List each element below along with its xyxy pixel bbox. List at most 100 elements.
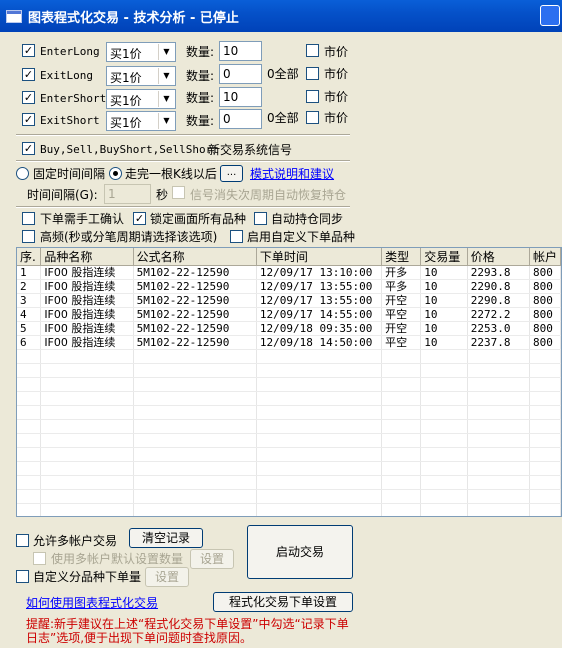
- entershort-price-value: 买1价: [110, 94, 142, 108]
- new-signal-checkbox[interactable]: ✓: [22, 142, 35, 155]
- cell-volume: 10: [420, 279, 468, 294]
- clear-records-button[interactable]: 清空记录: [129, 528, 203, 548]
- exitlong-qty-input[interactable]: 0: [219, 64, 262, 84]
- exitshort-all-label: 0全部: [267, 111, 299, 125]
- cell-volume: 10: [420, 335, 468, 350]
- exitlong-qty-label: 数量:: [186, 69, 215, 83]
- table-row[interactable]: [17, 349, 561, 364]
- cell-formula: 5M102-22-12590: [133, 335, 257, 350]
- exitlong-checkbox[interactable]: ✓: [22, 68, 35, 81]
- cell-price: [467, 489, 530, 504]
- cell-formula: 5M102-22-12590: [133, 279, 257, 294]
- table-row[interactable]: 2 IF00 股指连续 5M102-22-12590 12/09/17 13:55:0…: [17, 279, 561, 294]
- cell-variety: IF00 股指连续: [40, 307, 134, 322]
- table-row[interactable]: [17, 489, 561, 504]
- cell-index: [17, 377, 42, 392]
- col-header-price[interactable]: 价格: [467, 248, 530, 266]
- custom-varieties-checkbox[interactable]: [230, 230, 243, 243]
- exitshort-price-select[interactable]: 买1价 ▼: [106, 111, 176, 131]
- table-row[interactable]: [17, 433, 561, 448]
- manual-confirm-checkbox[interactable]: [22, 212, 35, 225]
- cell-formula: [133, 363, 257, 378]
- exitshort-checkbox[interactable]: ✓: [22, 113, 35, 126]
- howto-link[interactable]: 如何使用图表程式化交易: [26, 596, 158, 610]
- interval-input[interactable]: 1: [104, 184, 151, 204]
- cell-type: [381, 503, 422, 516]
- cell-volume: 10: [420, 293, 468, 308]
- after-bar-radio[interactable]: [109, 167, 122, 180]
- col-header-type[interactable]: 类型: [381, 248, 422, 266]
- entershort-checkbox[interactable]: ✓: [22, 91, 35, 104]
- col-header-account[interactable]: 帐户: [529, 248, 561, 266]
- entershort-market-checkbox[interactable]: [306, 90, 319, 103]
- lock-all-checkbox[interactable]: ✓: [133, 212, 146, 225]
- cell-index: 4: [17, 307, 42, 322]
- enterlong-checkbox[interactable]: ✓: [22, 44, 35, 57]
- enterlong-qty-input[interactable]: 10: [219, 41, 262, 61]
- exitlong-market-checkbox[interactable]: [306, 67, 319, 80]
- cell-variety: [40, 433, 134, 448]
- new-signal-label-mono: Buy,Sell,BuyShort,SellShort: [40, 143, 219, 156]
- restore-position-checkbox[interactable]: [172, 186, 185, 199]
- table-row[interactable]: [17, 461, 561, 476]
- table-row[interactable]: [17, 391, 561, 406]
- table-row[interactable]: [17, 419, 561, 434]
- cell-volume: [420, 475, 468, 490]
- cell-order-time: [256, 461, 383, 476]
- high-freq-checkbox[interactable]: [22, 230, 35, 243]
- mode-help-link[interactable]: 模式说明和建议: [250, 167, 334, 181]
- cell-account: [529, 433, 561, 448]
- order-settings-button[interactable]: 程式化交易下单设置: [213, 592, 353, 612]
- exitlong-price-select[interactable]: 买1价 ▼: [106, 66, 176, 86]
- table-row[interactable]: 1 IF00 股指连续 5M102-22-12590 12/09/17 13:10:0…: [17, 265, 561, 280]
- divider: [16, 206, 350, 208]
- ellipsis-button[interactable]: ...: [220, 165, 243, 182]
- table-row[interactable]: [17, 363, 561, 378]
- table-row[interactable]: [17, 405, 561, 420]
- table-row[interactable]: [17, 447, 561, 462]
- col-header-formula[interactable]: 公式名称: [133, 248, 257, 266]
- enterlong-market-checkbox[interactable]: [306, 44, 319, 57]
- cell-account: [529, 461, 561, 476]
- default-qty-checkbox[interactable]: [33, 552, 46, 565]
- chevron-down-icon[interactable]: ▼: [158, 113, 174, 129]
- custom-qty-checkbox[interactable]: [16, 570, 29, 583]
- chevron-down-icon[interactable]: ▼: [158, 68, 174, 84]
- default-qty-label: 使用多帐户默认设置数量: [51, 552, 184, 566]
- fixed-interval-radio[interactable]: [16, 167, 29, 180]
- exitshort-qty-input[interactable]: 0: [219, 109, 262, 129]
- order-log-table[interactable]: 序. 品种名称 公式名称 下单时间 类型 交易量 价格 帐户 1 IF00 股指连…: [16, 247, 562, 517]
- col-header-index[interactable]: 序.: [17, 248, 42, 266]
- entershort-qty-input[interactable]: 10: [219, 87, 262, 107]
- cell-volume: [420, 433, 468, 448]
- table-row[interactable]: 5 IF00 股指连续 5M102-22-12590 12/09/18 09:35:0…: [17, 321, 561, 336]
- col-header-variety[interactable]: 品种名称: [40, 248, 134, 266]
- start-trading-button[interactable]: 启动交易: [247, 525, 353, 579]
- cell-type: [381, 419, 422, 434]
- cell-variety: IF00 股指连续: [40, 293, 134, 308]
- cell-price: 2290.8: [467, 279, 530, 294]
- table-row[interactable]: [17, 377, 561, 392]
- close-button[interactable]: [540, 5, 560, 26]
- table-row[interactable]: 4 IF00 股指连续 5M102-22-12590 12/09/17 14:55:0…: [17, 307, 561, 322]
- table-row[interactable]: [17, 475, 561, 490]
- auto-sync-checkbox[interactable]: [254, 212, 267, 225]
- custom-qty-settings-button[interactable]: 设置: [145, 567, 189, 587]
- table-row[interactable]: [17, 503, 561, 516]
- cell-formula: [133, 419, 257, 434]
- default-qty-settings-button[interactable]: 设置: [190, 549, 234, 569]
- col-header-order-time[interactable]: 下单时间: [256, 248, 383, 266]
- multi-account-checkbox[interactable]: [16, 534, 29, 547]
- table-row[interactable]: 6 IF00 股指连续 5M102-22-12590 12/09/18 14:50:0…: [17, 335, 561, 350]
- cell-price: [467, 503, 530, 516]
- exitshort-market-checkbox[interactable]: [306, 111, 319, 124]
- entershort-price-select[interactable]: 买1价 ▼: [106, 89, 176, 109]
- col-header-volume[interactable]: 交易量: [420, 248, 468, 266]
- cell-order-time: [256, 349, 383, 364]
- chevron-down-icon[interactable]: ▼: [158, 91, 174, 107]
- enterlong-price-select[interactable]: 买1价 ▼: [106, 42, 176, 62]
- cell-order-time: 12/09/18 14:50:00: [256, 335, 383, 350]
- chevron-down-icon[interactable]: ▼: [158, 44, 174, 60]
- cell-index: [17, 475, 42, 490]
- table-row[interactable]: 3 IF00 股指连续 5M102-22-12590 12/09/17 13:55:0…: [17, 293, 561, 308]
